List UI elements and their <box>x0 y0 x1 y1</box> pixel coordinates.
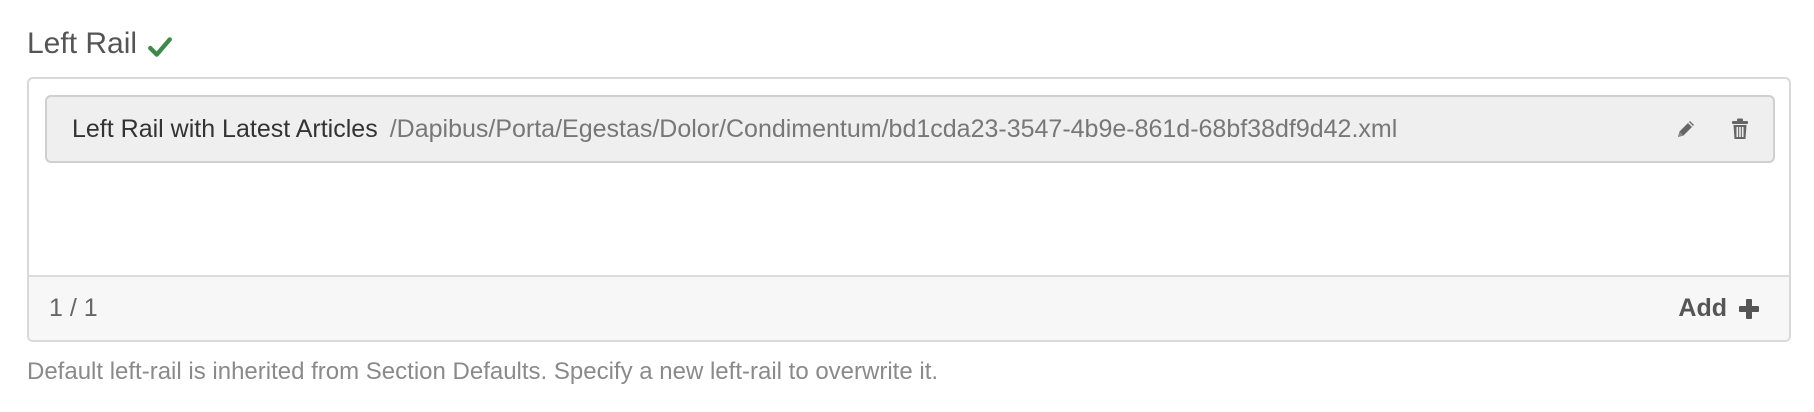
plus-icon <box>1737 297 1761 321</box>
field-label-text: Left Rail <box>27 27 138 60</box>
item-count: 1 / 1 <box>49 294 98 322</box>
help-text: Default left-rail is inherited from Sect… <box>27 358 939 385</box>
item-name: Left Rail with Latest Articles <box>72 114 378 143</box>
list-item[interactable]: Left Rail with Latest Articles /Dapibus/… <box>45 95 1775 163</box>
item-actions <box>1673 97 1753 161</box>
pencil-icon[interactable] <box>1673 116 1699 142</box>
add-button[interactable]: Add <box>1678 294 1761 323</box>
trash-icon[interactable] <box>1727 116 1753 142</box>
checkmark-icon <box>147 31 173 57</box>
left-rail-panel: Left Rail with Latest Articles /Dapibus/… <box>27 77 1791 342</box>
item-path: /Dapibus/Porta/Egestas/Dolor/Condimentum… <box>389 114 1398 143</box>
field-label: Left Rail <box>27 24 173 64</box>
add-button-label: Add <box>1678 294 1727 322</box>
panel-footer: 1 / 1 Add <box>29 275 1789 340</box>
